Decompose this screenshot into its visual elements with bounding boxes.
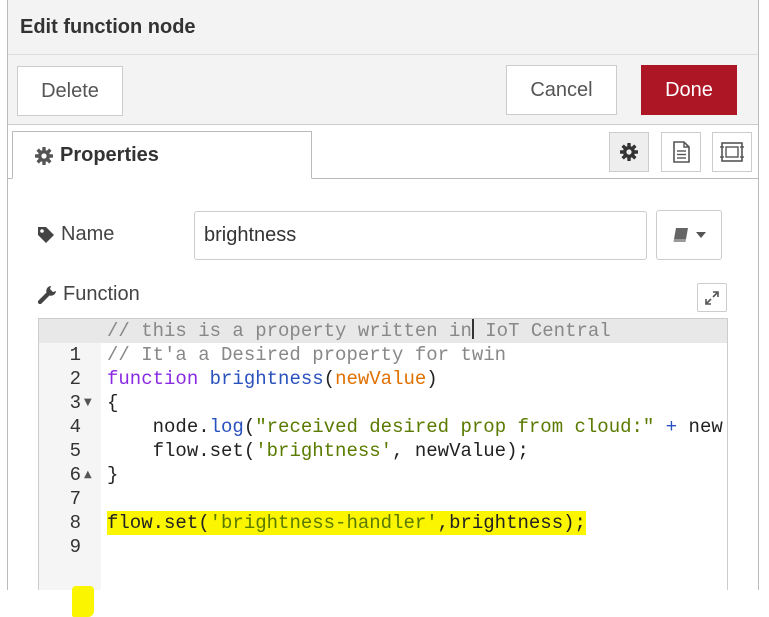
code-line-highlighted: 9 flow.set('brightness-handler',brightne… bbox=[39, 511, 727, 558]
tag-icon bbox=[38, 226, 54, 243]
code-token: , newValue); bbox=[392, 440, 529, 462]
code-line: 2 // It'a a Desired property for twin bbox=[39, 343, 727, 390]
code-line: 1 // this is a property written in IoT C… bbox=[39, 319, 727, 366]
code-text: { bbox=[107, 392, 119, 414]
operator-token: + bbox=[654, 416, 689, 438]
fold-toggle-icon[interactable]: ▲ bbox=[84, 463, 92, 487]
code-line: 8 bbox=[39, 487, 727, 534]
function-label-text: Function bbox=[63, 283, 140, 305]
highlighted-code-text: flow.set('brightness-handler',brightness… bbox=[107, 511, 586, 535]
wrench-icon bbox=[37, 285, 56, 304]
code-editor[interactable]: 1 // this is a property written in IoT C… bbox=[38, 318, 728, 590]
highlighter-mark bbox=[72, 586, 94, 617]
node-description-tab-button[interactable] bbox=[661, 132, 701, 172]
function-label: Function bbox=[37, 283, 140, 306]
gear-icon bbox=[35, 147, 53, 165]
node-properties-tab-button[interactable] bbox=[609, 132, 649, 172]
code-token: node. bbox=[107, 416, 210, 438]
tray-header: Edit function node bbox=[8, 0, 758, 55]
tray-toolbar: Delete Cancel Done bbox=[8, 55, 758, 125]
expand-editor-button[interactable] bbox=[697, 283, 727, 312]
code-token: new bbox=[688, 416, 723, 438]
keyword-token: function bbox=[107, 368, 199, 390]
name-input[interactable]: brightness bbox=[194, 211, 647, 260]
function-name-token: log bbox=[209, 416, 244, 438]
tab-bar: Properties bbox=[8, 125, 758, 180]
code-line: 4 ▼ { bbox=[39, 391, 727, 438]
code-text: node.log("received desired prop from clo… bbox=[107, 416, 723, 438]
code-token: flow.set( bbox=[107, 440, 256, 462]
book-icon bbox=[673, 228, 688, 242]
node-appearance-tab-button[interactable] bbox=[712, 132, 752, 172]
string-token: 'brightness' bbox=[255, 440, 393, 462]
edit-node-tray: Edit function node Delete Cancel Done Pr… bbox=[7, 0, 759, 590]
name-label-text: Name bbox=[61, 223, 115, 245]
caret-down-icon bbox=[696, 232, 706, 238]
code-text: // this is a property written in IoT Cen… bbox=[107, 319, 611, 343]
code-line: 5 node.log("received desired prop from c… bbox=[39, 415, 727, 462]
comment-text: // It'a a Desired property for twin bbox=[107, 344, 507, 366]
param-token: newValue bbox=[335, 368, 427, 390]
appearance-icon bbox=[720, 142, 744, 162]
library-button[interactable] bbox=[656, 210, 722, 260]
code-text: flow.set('brightness', newValue); bbox=[107, 439, 529, 463]
string-token: 'brightness-handler' bbox=[209, 512, 438, 534]
line-number: 9 bbox=[69, 536, 81, 558]
tab-properties-label: Properties bbox=[60, 144, 159, 166]
string-token: "received desired prop from cloud:" bbox=[255, 416, 655, 438]
code-token: flow.set( bbox=[107, 512, 210, 534]
gear-icon bbox=[620, 143, 638, 161]
tab-properties[interactable]: Properties bbox=[12, 131, 312, 179]
code-text: function brightness(newValue) bbox=[107, 368, 438, 390]
comment-text: // this is a property written in bbox=[107, 320, 472, 342]
done-button[interactable]: Done bbox=[641, 65, 737, 115]
code-line: 6 flow.set('brightness', newValue); bbox=[39, 439, 727, 486]
code-line: 7 ▲ } bbox=[39, 463, 727, 510]
function-name-token: brightness bbox=[209, 368, 324, 390]
comment-text: IoT Central bbox=[473, 320, 611, 342]
code-line: 3 function brightness(newValue) bbox=[39, 367, 727, 414]
code-token: ,brightness); bbox=[437, 512, 586, 534]
fold-toggle-icon[interactable]: ▼ bbox=[84, 391, 92, 415]
description-icon bbox=[673, 141, 690, 163]
cancel-button[interactable]: Cancel bbox=[506, 65, 617, 115]
delete-button[interactable]: Delete bbox=[17, 66, 123, 116]
tray-title: Edit function node bbox=[20, 16, 196, 38]
name-label: Name bbox=[37, 223, 114, 246]
code-text: } bbox=[107, 464, 119, 486]
expand-icon bbox=[705, 290, 719, 305]
